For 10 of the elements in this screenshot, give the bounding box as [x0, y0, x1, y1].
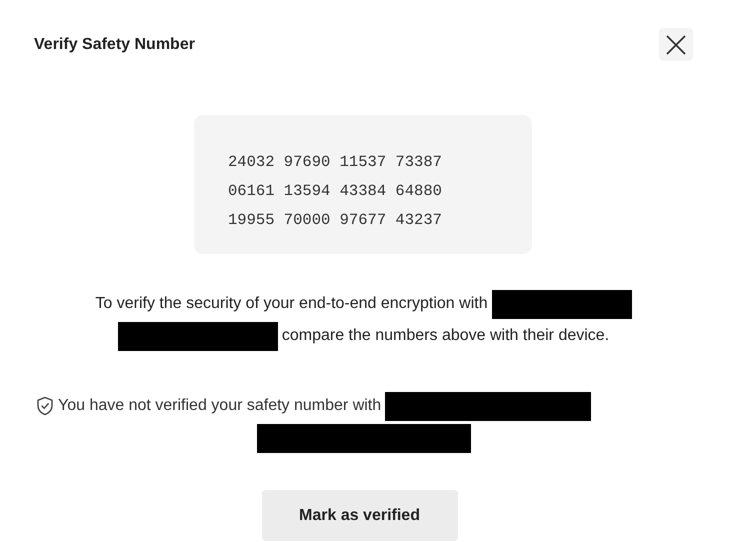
verification-status-text: You have not verified your safety number with [58, 397, 382, 415]
encryption-notice-text: compare the numbers above with their device. [282, 327, 610, 345]
safety-number-row-text: 19955 70000 97677 43237 [228, 210, 443, 231]
safety-number-row-text: 06161 13594 43384 64880 [228, 181, 443, 202]
close-button[interactable] [659, 28, 693, 61]
mark-verified-button[interactable]: Mark as verified [262, 490, 458, 541]
close-icon [665, 34, 687, 56]
dialog-title: Verify Safety Number [34, 36, 195, 54]
encryption-notice-text: To verify the security of your end-to-end encryption with [95, 295, 488, 313]
safety-number-row-text: 24032 97690 11537 73387 [228, 152, 443, 173]
